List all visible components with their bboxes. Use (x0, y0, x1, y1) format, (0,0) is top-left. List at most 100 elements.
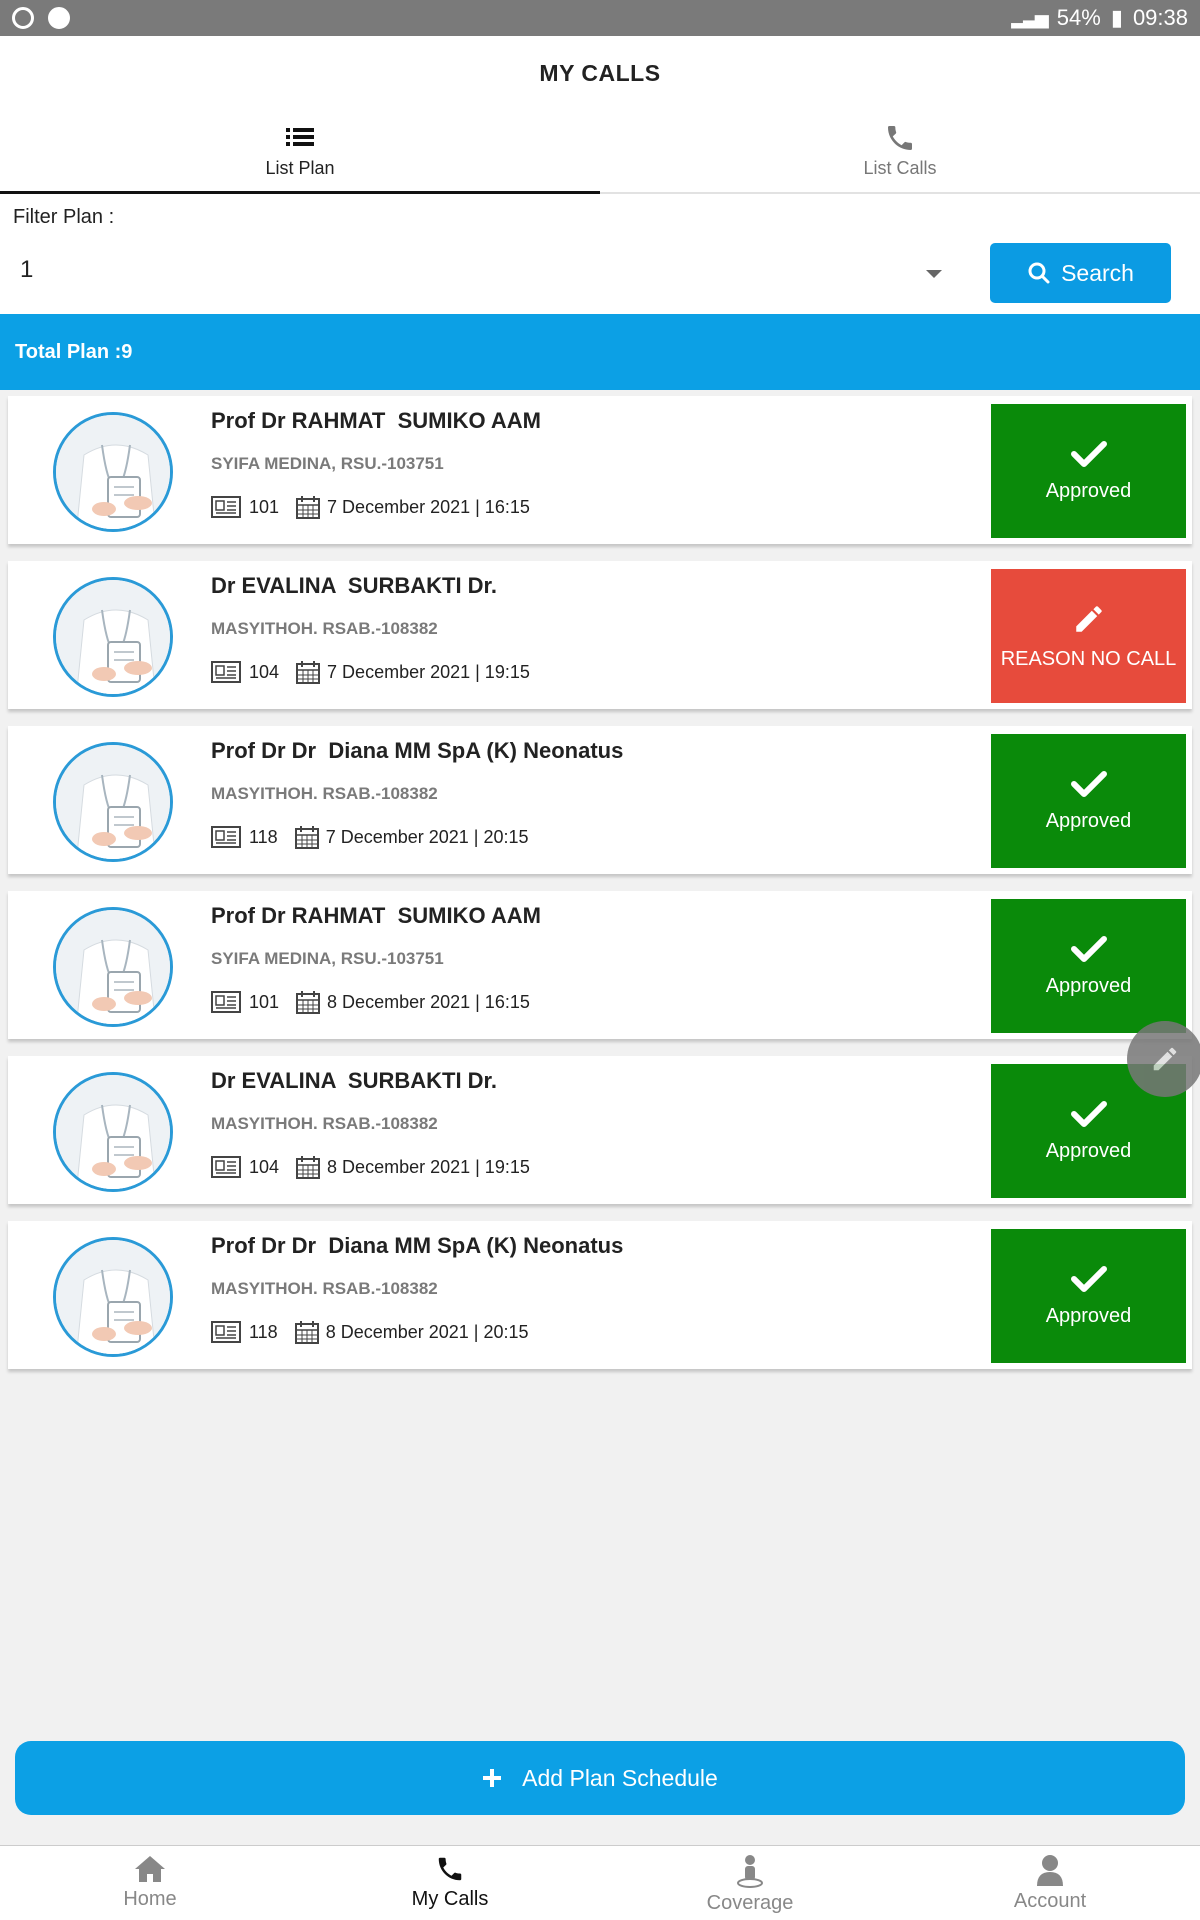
approved-button[interactable]: Approved (991, 404, 1186, 538)
doctor-name: Prof Dr RAHMAT SUMIKO AAM (211, 408, 541, 433)
status-label: Approved (1045, 1304, 1132, 1327)
reason-no-call-button[interactable]: REASON NO CALL (991, 569, 1186, 703)
id-card-icon (211, 661, 241, 683)
approved-button[interactable]: Approved (991, 1229, 1186, 1363)
floating-edit-button[interactable] (1127, 1021, 1200, 1097)
plus-icon (483, 1769, 502, 1787)
plan-datetime: 7 December 2021 | 20:15 (325, 826, 529, 847)
status-label: Approved (1045, 1139, 1132, 1162)
nav-account[interactable]: Account (900, 1846, 1200, 1920)
plan-number: 101 (249, 496, 280, 517)
plan-number: 101 (249, 991, 280, 1012)
pencil-icon (1075, 605, 1102, 632)
approved-button[interactable]: Approved (991, 734, 1186, 868)
battery-icon: ▮ (1110, 5, 1123, 30)
doctor-name: Dr EVALINA SURBAKTI Dr. (211, 573, 498, 598)
plan-card[interactable]: Dr EVALINA SURBAKTI Dr. MASYITHOH. RSAB.… (8, 1056, 1192, 1204)
calendar-icon (296, 496, 321, 519)
plan-number: 104 (249, 661, 280, 682)
plan-card[interactable]: Prof Dr RAHMAT SUMIKO AAM SYIFA MEDINA, … (8, 891, 1192, 1039)
calendar-icon (296, 661, 321, 684)
tab-label: List Calls (863, 158, 937, 178)
plan-datetime: 8 December 2021 | 16:15 (327, 991, 530, 1012)
calendar-icon (294, 826, 319, 849)
status-label: REASON NO CALL (1000, 647, 1177, 670)
total-plan-bar: Total Plan :9 (0, 314, 1200, 390)
plan-number: 118 (249, 1321, 278, 1342)
status-label: Approved (1045, 974, 1132, 997)
nav-label: Coverage (706, 1892, 794, 1914)
bottom-navigation: Home My Calls Coverage Account (0, 1845, 1200, 1920)
status-bar: ▂▃▅ 54% ▮ 09:38 (0, 0, 1200, 36)
status-label: Approved (1045, 479, 1132, 502)
plan-meta: 101 8 December 2021 | 16:15 (211, 989, 530, 1015)
add-plan-schedule-button[interactable]: Add Plan Schedule (15, 1741, 1185, 1815)
app-header: MY CALLS List Plan List Calls (0, 36, 1200, 194)
check-icon (1070, 935, 1107, 962)
nav-label: My Calls (411, 1888, 489, 1910)
doctor-avatar (53, 907, 173, 1027)
hospital-name: SYIFA MEDINA, RSU.-103751 (211, 454, 444, 473)
calendar-icon (296, 991, 321, 1014)
filter-panel: Filter Plan : 1 Search (0, 194, 1200, 314)
tab-label: List Plan (265, 158, 335, 178)
check-icon (1070, 1265, 1107, 1292)
doctor-name: Prof Dr Dr Diana MM SpA (K) Neonatus (211, 1233, 624, 1258)
check-icon (1070, 440, 1107, 467)
notification-icon (48, 7, 70, 29)
plan-card[interactable]: Dr EVALINA SURBAKTI Dr. MASYITHOH. RSAB.… (8, 561, 1192, 709)
approved-button[interactable]: Approved (991, 899, 1186, 1033)
location-person-icon (737, 1855, 763, 1888)
phone-icon (888, 126, 912, 150)
plan-meta: 104 7 December 2021 | 19:15 (211, 659, 530, 685)
hospital-name: MASYITHOH. RSAB.-108382 (211, 1279, 438, 1298)
id-card-icon (211, 1156, 241, 1178)
plan-datetime: 7 December 2021 | 16:15 (327, 496, 530, 517)
list-icon (286, 128, 314, 146)
id-card-icon (211, 826, 241, 848)
search-icon (1028, 262, 1050, 284)
doctor-avatar (53, 577, 173, 697)
nav-my-calls[interactable]: My Calls (300, 1846, 600, 1920)
plan-meta: 104 8 December 2021 | 19:15 (211, 1154, 530, 1180)
signal-icon: ▂▃▅ (1011, 7, 1049, 28)
filter-plan-select[interactable]: 1 (20, 256, 950, 292)
doctor-avatar (53, 412, 173, 532)
hospital-name: MASYITHOH. RSAB.-108382 (211, 784, 438, 803)
tab-list-plan[interactable]: List Plan (0, 122, 600, 194)
plan-datetime: 8 December 2021 | 19:15 (327, 1156, 530, 1177)
nav-home[interactable]: Home (0, 1846, 300, 1920)
nav-label: Account (1013, 1890, 1087, 1912)
hospital-name: MASYITHOH. RSAB.-108382 (211, 619, 438, 638)
plan-datetime: 7 December 2021 | 19:15 (327, 661, 530, 682)
phone-icon (438, 1857, 462, 1881)
doctor-name: Prof Dr Dr Diana MM SpA (K) Neonatus (211, 738, 624, 763)
plan-card[interactable]: Prof Dr Dr Diana MM SpA (K) Neonatus MAS… (8, 726, 1192, 874)
doctor-name: Dr EVALINA SURBAKTI Dr. (211, 1068, 498, 1093)
nav-label: Home (123, 1888, 177, 1910)
doctor-name: Prof Dr RAHMAT SUMIKO AAM (211, 903, 541, 928)
search-label: Search (1061, 259, 1134, 286)
nav-coverage[interactable]: Coverage (600, 1846, 900, 1920)
status-label: Approved (1045, 809, 1132, 832)
plan-card[interactable]: Prof Dr RAHMAT SUMIKO AAM SYIFA MEDINA, … (8, 396, 1192, 544)
dropdown-caret-icon (926, 270, 942, 278)
doctor-avatar (53, 742, 173, 862)
clock: 09:38 (1132, 5, 1188, 30)
tab-list-calls[interactable]: List Calls (600, 122, 1200, 194)
plan-card[interactable]: Prof Dr Dr Diana MM SpA (K) Neonatus MAS… (8, 1221, 1192, 1369)
id-card-icon (211, 991, 241, 1013)
plan-datetime: 8 December 2021 | 20:15 (325, 1321, 529, 1342)
hospital-name: MASYITHOH. RSAB.-108382 (211, 1114, 438, 1133)
filter-selected-value: 1 (20, 256, 34, 283)
plan-meta: 118 8 December 2021 | 20:15 (211, 1319, 529, 1345)
plan-list: Prof Dr RAHMAT SUMIKO AAM SYIFA MEDINA, … (8, 396, 1192, 1386)
check-icon (1070, 770, 1107, 797)
search-button[interactable]: Search (990, 243, 1171, 303)
plan-number: 104 (249, 1156, 280, 1177)
battery-percent: 54% (1056, 5, 1101, 30)
pencil-icon (1153, 1047, 1177, 1071)
plan-meta: 101 7 December 2021 | 16:15 (211, 494, 530, 520)
user-icon (1037, 1855, 1063, 1886)
doctor-avatar (53, 1072, 173, 1192)
